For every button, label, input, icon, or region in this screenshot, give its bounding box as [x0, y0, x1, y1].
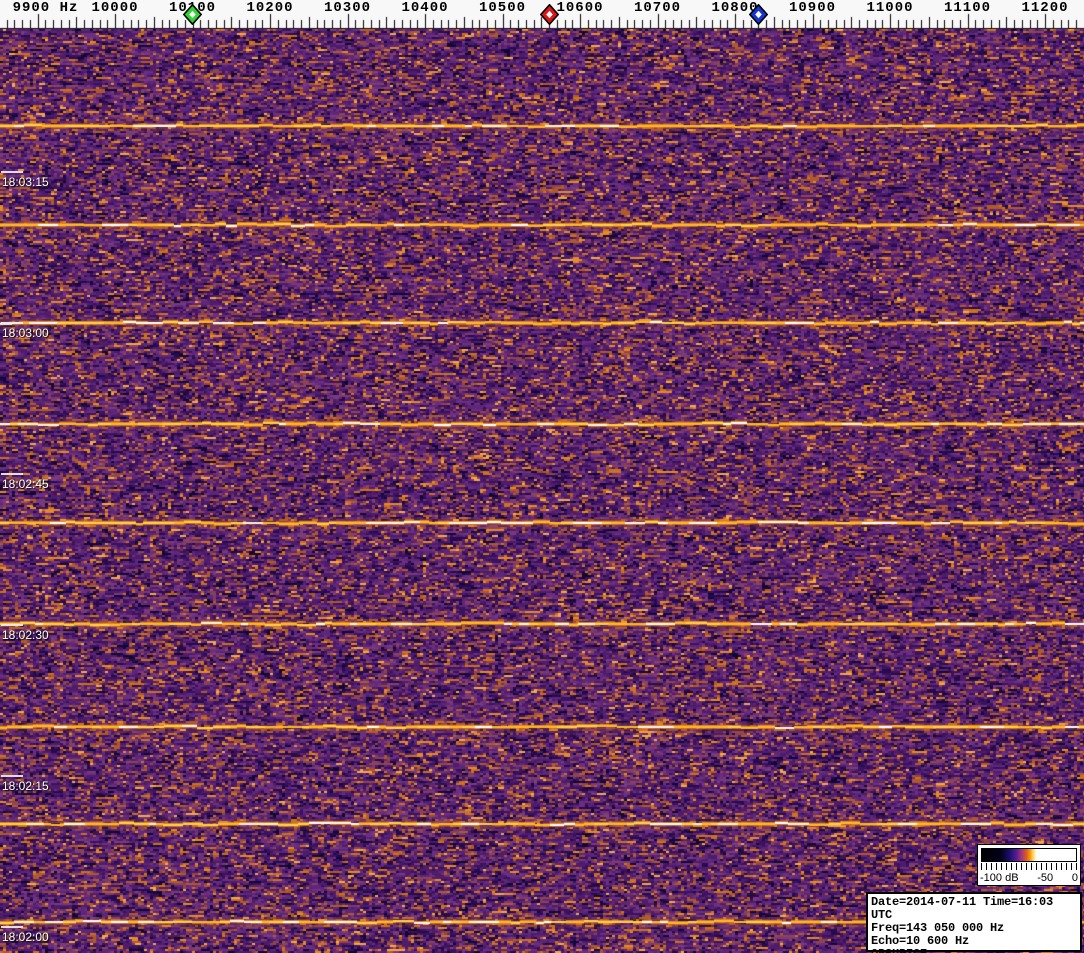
freq-marker-green[interactable] [182, 3, 203, 26]
color-scale-ticks [981, 863, 1077, 870]
time-label: 18:03:15 [2, 175, 49, 189]
freq-tick-label: 9900 Hz [12, 0, 79, 16]
color-scale-labels: -100 dB -50 0 [980, 872, 1078, 884]
time-label: 18:02:30 [2, 628, 49, 642]
diamond-icon [748, 3, 769, 26]
freq-tick-label: 10400 [401, 0, 449, 16]
info-line: OBSUPICE [871, 948, 1077, 953]
freq-tick-label: 10700 [633, 0, 682, 16]
color-scale-legend: -100 dB -50 0 [977, 844, 1081, 886]
legend-label-max: 0 [1071, 872, 1078, 884]
frequency-ruler: 9900 Hz100001010010200103001040010500106… [0, 0, 1084, 29]
time-tick [1, 171, 23, 173]
waterfall-display [0, 29, 1084, 953]
freq-tick-label: 10000 [91, 0, 139, 16]
time-label: 18:02:15 [2, 779, 49, 793]
legend-label-min: -100 dB [980, 872, 1019, 884]
time-label: 18:03:00 [2, 326, 49, 340]
time-tick [1, 322, 23, 324]
freq-tick-label: 10500 [478, 0, 527, 16]
spectrogram-waterfall-app: 9900 Hz100001010010200103001040010500106… [0, 0, 1084, 953]
time-tick [1, 775, 23, 777]
freq-tick-label: 10200 [246, 0, 294, 16]
legend-label-mid: -50 [1037, 872, 1054, 884]
freq-tick-label: 10300 [323, 0, 372, 16]
freq-tick-label: 10600 [556, 0, 604, 16]
time-label: 18:02:45 [2, 477, 49, 491]
freq-tick-label: 11200 [1021, 0, 1069, 16]
diamond-icon [539, 3, 559, 26]
info-line: Date=2014-07-11 Time=16:03 UTC [871, 895, 1054, 922]
freq-marker-red[interactable] [539, 3, 559, 26]
color-gradient-bar [981, 848, 1077, 862]
freq-tick-label: 11100 [943, 0, 992, 16]
time-tick [1, 473, 23, 475]
freq-marker-blue[interactable] [748, 3, 769, 26]
time-label: 18:02:00 [2, 930, 49, 944]
diamond-icon [182, 3, 203, 26]
observation-info-box: Date=2014-07-11 Time=16:03 UTC Freq=143 0… [866, 892, 1082, 953]
time-tick [1, 926, 23, 928]
time-tick [1, 624, 23, 626]
freq-tick-label: 10900 [788, 0, 837, 16]
freq-tick-label: 11000 [866, 0, 914, 16]
